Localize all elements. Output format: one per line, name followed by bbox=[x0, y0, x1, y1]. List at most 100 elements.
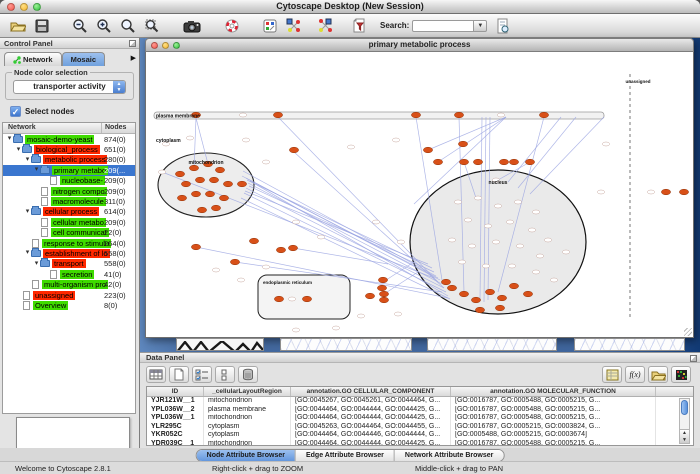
background-window-fragment[interactable] bbox=[574, 338, 685, 351]
graph-node-selected[interactable] bbox=[525, 159, 534, 165]
graph-node-selected[interactable] bbox=[211, 205, 220, 211]
graph-node-selected[interactable] bbox=[523, 291, 532, 297]
float-data-panel-icon[interactable] bbox=[690, 355, 697, 362]
column-header-cellularlayoutregion[interactable]: _cellularLayoutRegion bbox=[204, 387, 291, 396]
graph-node-selected[interactable] bbox=[379, 297, 388, 303]
table-cell[interactable]: [GO:0005488, GO:0005215, GO:0003674] bbox=[451, 431, 656, 440]
snapshot-camera-icon[interactable] bbox=[180, 16, 204, 36]
graph-node-selected[interactable] bbox=[539, 112, 548, 118]
tree-item-response-to-stimulu[interactable]: response to stimulu264(0) bbox=[3, 238, 135, 248]
search-input[interactable] bbox=[412, 20, 474, 32]
graph-node-unselected[interactable] bbox=[158, 170, 165, 174]
table-cell[interactable]: [GO:0016787, GO:0005488, GO:0005215, G..… bbox=[451, 406, 656, 415]
unselect-attributes-icon[interactable] bbox=[215, 366, 235, 383]
graph-node-selected[interactable] bbox=[471, 297, 480, 303]
table-cell[interactable]: [GO:0044464, GO:0044444, GO:0044425, G..… bbox=[291, 406, 451, 415]
graph-node-selected[interactable] bbox=[679, 189, 688, 195]
graph-node-selected[interactable] bbox=[433, 159, 442, 165]
graph-node-selected[interactable] bbox=[191, 191, 200, 197]
graph-node-unselected[interactable] bbox=[528, 228, 535, 232]
graph-node-selected[interactable] bbox=[379, 291, 388, 297]
table-scrollbar[interactable]: ▲▼ bbox=[679, 398, 690, 444]
scrollbar-arrows[interactable]: ▲▼ bbox=[680, 429, 689, 443]
tree-item-cell-communicat[interactable]: cell communicat22(0) bbox=[3, 228, 135, 238]
graph-node-selected[interactable] bbox=[209, 177, 218, 183]
graph-node-unselected[interactable] bbox=[317, 235, 324, 239]
graph-node-unselected[interactable] bbox=[532, 270, 539, 274]
graph-node-selected[interactable] bbox=[473, 159, 482, 165]
graph-node-unselected[interactable] bbox=[448, 238, 455, 242]
table-cell[interactable]: [GO:0044464, GO:0044444, GO:0044425, G..… bbox=[291, 414, 451, 423]
table-cell[interactable]: YDR039C__1 bbox=[147, 440, 204, 446]
expander-icon[interactable]: ▾ bbox=[33, 166, 40, 174]
graph-node-unselected[interactable] bbox=[392, 138, 399, 142]
graph-node-unselected[interactable] bbox=[372, 220, 379, 224]
graph-node-selected[interactable] bbox=[485, 289, 494, 295]
zoom-in-icon[interactable] bbox=[92, 16, 116, 36]
select-nodes-checkbox[interactable]: ✓ bbox=[10, 106, 21, 117]
search-config-icon[interactable] bbox=[491, 16, 515, 36]
select-attributes-icon[interactable] bbox=[192, 366, 212, 383]
graph-node-unselected[interactable] bbox=[506, 220, 513, 224]
table-cell[interactable]: [GO:0016787, GO:0005488, GO:0005215, G..… bbox=[451, 440, 656, 446]
graph-node-selected[interactable] bbox=[459, 159, 468, 165]
attribute-grid-icon[interactable] bbox=[146, 366, 166, 383]
table-cell[interactable]: [GO:0045263, GO:0044464, GO:0044455, G..… bbox=[291, 423, 451, 432]
tree-item-macromolecule[interactable]: macromolecule311(0) bbox=[3, 196, 135, 206]
graph-node-unselected[interactable] bbox=[397, 240, 404, 244]
expander-icon[interactable]: ▾ bbox=[24, 249, 31, 257]
table-cell[interactable]: [GO:0044464, GO:0044444, GO:0044425, G..… bbox=[291, 440, 451, 446]
graph-node-selected[interactable] bbox=[274, 296, 283, 302]
graph-node-unselected[interactable] bbox=[536, 254, 543, 258]
expander-icon[interactable]: ▾ bbox=[24, 156, 31, 164]
expander-icon[interactable]: ▾ bbox=[24, 208, 31, 216]
layout-b-icon[interactable] bbox=[314, 16, 338, 36]
attribute-matrix-icon[interactable] bbox=[671, 366, 691, 383]
table-cell[interactable]: [GO:0016787, GO:0005488, GO:0005215, G..… bbox=[451, 414, 656, 423]
graph-node-selected[interactable] bbox=[447, 285, 456, 291]
table-cell[interactable]: YPL036W__1 bbox=[147, 414, 204, 423]
graph-node-unselected[interactable] bbox=[464, 218, 471, 222]
graph-node-unselected[interactable] bbox=[292, 328, 299, 332]
column-header-annotation-go-molecular-function[interactable]: annotation.GO MOLECULAR_FUNCTION bbox=[451, 387, 656, 396]
vizmapper-icon[interactable] bbox=[258, 16, 282, 36]
tab-edge-attribute-browser[interactable]: Edge Attribute Browser bbox=[296, 450, 395, 461]
graph-node-selected[interactable] bbox=[249, 238, 258, 244]
column-header-id[interactable]: ID bbox=[147, 387, 204, 396]
tree-item-establishment-of-lo[interactable]: ▾establishment of lo558(0) bbox=[3, 248, 135, 258]
zoom-actual-size-icon[interactable] bbox=[116, 16, 140, 36]
graph-node-selected[interactable] bbox=[197, 207, 206, 213]
tab-overflow-arrow[interactable]: ▶ bbox=[131, 52, 136, 66]
graph-node-unselected[interactable] bbox=[474, 196, 481, 200]
network-canvas[interactable]: plasma membrane cytoplasm mitochondrion … bbox=[145, 52, 694, 338]
graph-node-unselected[interactable] bbox=[262, 265, 269, 269]
table-cell[interactable]: [GO:0045267, GO:0045261, GO:0044464, G..… bbox=[291, 397, 451, 406]
graph-node-unselected[interactable] bbox=[562, 250, 569, 254]
table-row-ydr039c-1[interactable]: YDR039C__1mitochondrion[GO:0044464, GO:0… bbox=[147, 440, 693, 446]
graph-node-selected[interactable] bbox=[195, 177, 204, 183]
graph-node-selected[interactable] bbox=[495, 305, 504, 311]
zoom-selected-region-icon[interactable] bbox=[140, 16, 164, 36]
resize-grip[interactable] bbox=[684, 328, 692, 336]
graph-node-selected[interactable] bbox=[273, 112, 282, 118]
graph-node-selected[interactable] bbox=[181, 181, 190, 187]
tree-item-overview[interactable]: Overview8(0) bbox=[3, 300, 135, 310]
table-cell[interactable]: cytoplasm bbox=[204, 423, 291, 432]
tree-item-metabolic-process[interactable]: ▾metabolic process280(0) bbox=[3, 155, 135, 165]
table-cell[interactable]: YKR052C bbox=[147, 431, 204, 440]
tab-mosaic[interactable]: Mosaic bbox=[62, 52, 105, 66]
graph-node-selected[interactable] bbox=[289, 147, 298, 153]
graph-node-selected[interactable] bbox=[230, 259, 239, 265]
graph-node-unselected[interactable] bbox=[239, 113, 246, 117]
table-row-ylr295c[interactable]: YLR295Ccytoplasm[GO:0045263, GO:0044464,… bbox=[147, 423, 693, 432]
graph-node-selected[interactable] bbox=[509, 283, 518, 289]
graph-node-unselected[interactable] bbox=[544, 238, 551, 242]
help-ring-icon[interactable] bbox=[220, 16, 244, 36]
graph-node-unselected[interactable] bbox=[357, 314, 364, 318]
save-session-icon[interactable] bbox=[30, 16, 54, 36]
graph-node-selected[interactable] bbox=[441, 279, 450, 285]
table-cell[interactable]: YLR295C bbox=[147, 423, 204, 432]
graph-node-unselected[interactable] bbox=[458, 260, 465, 264]
graph-node-selected[interactable] bbox=[223, 181, 232, 187]
network-canvas-svg[interactable]: plasma membrane cytoplasm mitochondrion … bbox=[146, 52, 693, 336]
